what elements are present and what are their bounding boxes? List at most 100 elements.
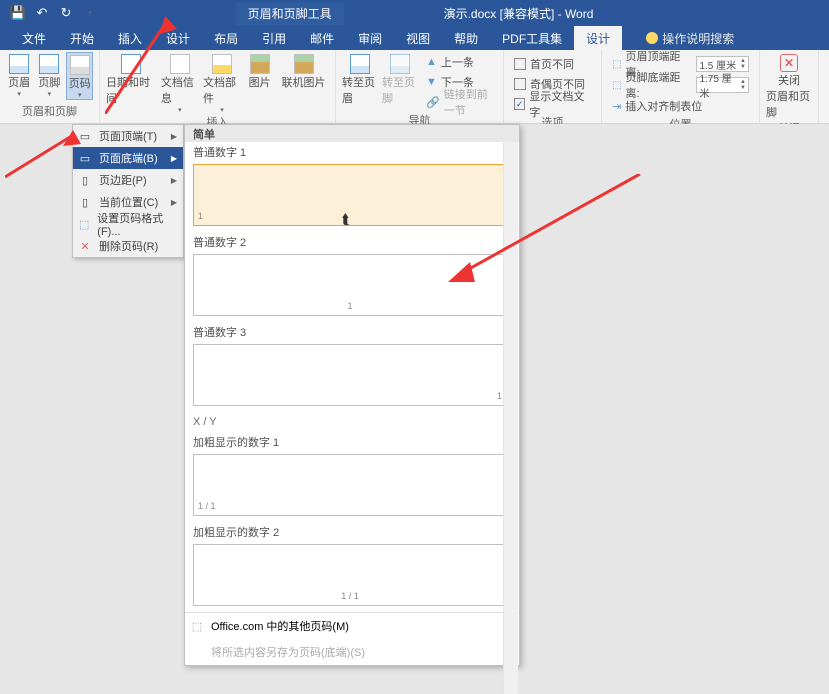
tab-tell-me[interactable]: 操作说明搜索 <box>634 26 746 50</box>
tab-help[interactable]: 帮助 <box>442 26 490 50</box>
document-area: ▭页面顶端(T)▶ ▭页面底端(B)▶ ▯页边距(P)▶ ▯当前位置(C)▶ ⬚… <box>0 124 829 634</box>
tab-icon: ⇥ <box>612 100 621 113</box>
chevron-right-icon: ▶ <box>171 154 177 163</box>
up-arrow-icon: ▲ <box>426 56 437 68</box>
close-icon: ✕ <box>780 54 798 72</box>
footer-distance-input[interactable]: 1.75 厘米▲▼ <box>696 77 749 93</box>
tab-design-main[interactable]: 设计 <box>154 26 202 50</box>
prev-section-button[interactable]: ▲上一条 <box>422 52 497 72</box>
gallery-item-plain-2[interactable]: 普通数字 2 1 <box>185 232 519 322</box>
chevron-right-icon: ▶ <box>171 176 177 185</box>
gallery-preview: 1 / 1 <box>193 544 507 606</box>
diff-first-checkbox[interactable]: 首页不同 <box>510 54 595 74</box>
header-dist-icon: ⬚ <box>612 59 621 70</box>
goto-header-button[interactable]: 转至页眉 <box>342 52 378 106</box>
calendar-icon <box>121 54 141 74</box>
online-picture-button[interactable]: 联机图片 <box>278 52 329 90</box>
page-top-icon: ▭ <box>77 128 93 144</box>
tab-home[interactable]: 开始 <box>58 26 106 50</box>
gallery-item-bold-1[interactable]: 加粗显示的数字 1 1 / 1 <box>185 432 519 522</box>
qat-dropdown-icon[interactable]: ▾ <box>80 3 100 23</box>
insert-align-tab-button[interactable]: ⇥插入对齐制表位 <box>608 96 753 116</box>
tab-pdf[interactable]: PDF工具集 <box>490 26 574 50</box>
docinfo-button[interactable]: 文档信息▾ <box>161 52 199 114</box>
quick-access-toolbar: 💾 ↶ ↻ ▾ <box>0 3 100 23</box>
group-header-footer: 页眉和页脚 <box>6 103 93 121</box>
gallery-item-plain-1[interactable]: 普通数字 1 1 <box>185 142 519 232</box>
online-picture-icon <box>294 54 314 74</box>
gallery-preview: 1 <box>193 254 507 316</box>
tab-view[interactable]: 视图 <box>394 26 442 50</box>
footer-icon <box>39 54 59 74</box>
gallery-footer: ⬚Office.com 中的其他页码(M)▶ 将所选内容另存为页码(底端)(S) <box>185 612 519 665</box>
spinner-icon[interactable]: ▲▼ <box>740 58 746 70</box>
undo-icon[interactable]: ↶ <box>32 3 52 23</box>
tab-review[interactable]: 审阅 <box>346 26 394 50</box>
checkbox-unchecked-icon <box>514 78 526 90</box>
menu-page-margin[interactable]: ▯页边距(P)▶ <box>73 169 183 191</box>
scrollbar[interactable] <box>503 142 518 694</box>
docinfo-icon <box>170 54 190 74</box>
page-number-button[interactable]: 页码▾ <box>66 52 93 100</box>
gallery-item-bold-2[interactable]: 加粗显示的数字 2 1 / 1 <box>185 522 519 612</box>
tab-design[interactable]: 设计 <box>574 26 622 50</box>
checkbox-checked-icon: ✓ <box>514 98 525 110</box>
link-icon: 🔗 <box>426 96 440 109</box>
tell-me-label: 操作说明搜索 <box>662 30 734 47</box>
gallery-preview: 1 / 1 <box>193 454 507 516</box>
menu-format[interactable]: ⬚设置页码格式(F)... <box>73 213 183 235</box>
save-selection-icon <box>189 644 205 660</box>
ribbon-tabs: 文件 开始 插入 设计 布局 引用 邮件 审阅 视图 帮助 PDF工具集 设计 … <box>0 26 829 50</box>
contextual-tab-label: 页眉和页脚工具 <box>236 2 344 25</box>
office-icon: ⬚ <box>189 618 205 634</box>
page-number-gallery: 简单 普通数字 1 1 普通数字 2 1 普通数字 3 1 X / Y 加粗显示… <box>184 124 520 666</box>
cursor-icon: ⮬ <box>342 211 350 228</box>
page-bottom-icon: ▭ <box>77 150 93 166</box>
menu-remove[interactable]: ✕删除页码(R) <box>73 235 183 257</box>
chevron-right-icon: ▶ <box>171 198 177 207</box>
goto-footer-button[interactable]: 转至页脚 <box>382 52 418 106</box>
link-previous-button: 🔗链接到前一节 <box>422 92 497 112</box>
picture-icon <box>250 54 270 74</box>
page-margin-icon: ▯ <box>77 172 93 188</box>
tab-mailings[interactable]: 邮件 <box>298 26 346 50</box>
tab-insert[interactable]: 插入 <box>106 26 154 50</box>
chevron-right-icon: ▶ <box>171 132 177 141</box>
remove-icon: ✕ <box>77 238 93 254</box>
format-icon: ⬚ <box>77 216 91 232</box>
footer-button[interactable]: 页脚▾ <box>36 52 62 98</box>
gallery-save-selection[interactable]: 将所选内容另存为页码(底端)(S) <box>185 639 519 665</box>
close-hf-button[interactable]: ✕ 关闭 页眉和页脚 <box>766 52 812 120</box>
current-pos-icon: ▯ <box>77 194 93 210</box>
gallery-category-xy: X / Y <box>185 412 519 432</box>
gallery-category-simple: 简单 <box>185 125 519 142</box>
gallery-office-more[interactable]: ⬚Office.com 中的其他页码(M)▶ <box>185 613 519 639</box>
title-bar: 💾 ↶ ↻ ▾ 页眉和页脚工具 演示.docx [兼容模式] - Word <box>0 0 829 26</box>
show-doc-text-checkbox[interactable]: ✓显示文档文字 <box>510 94 595 114</box>
footer-dist-icon: ⬚ <box>612 80 621 91</box>
save-icon[interactable]: 💾 <box>8 3 28 23</box>
bulb-icon <box>646 32 658 44</box>
gallery-item-plain-3[interactable]: 普通数字 3 1 <box>185 322 519 412</box>
gallery-preview: 1 <box>193 344 507 406</box>
menu-page-bottom[interactable]: ▭页面底端(B)▶ <box>73 147 183 169</box>
goto-footer-icon <box>390 54 410 74</box>
menu-page-top[interactable]: ▭页面顶端(T)▶ <box>73 125 183 147</box>
tab-layout[interactable]: 布局 <box>202 26 250 50</box>
document-title: 演示.docx [兼容模式] - Word <box>444 5 594 22</box>
quickparts-icon <box>212 54 232 74</box>
tab-file[interactable]: 文件 <box>10 26 58 50</box>
page-number-menu: ▭页面顶端(T)▶ ▭页面底端(B)▶ ▯页边距(P)▶ ▯当前位置(C)▶ ⬚… <box>72 124 184 258</box>
page-number-icon <box>70 55 90 75</box>
down-arrow-icon: ▼ <box>426 76 437 88</box>
picture-button[interactable]: 图片 <box>245 52 274 90</box>
header-button[interactable]: 页眉▾ <box>6 52 32 98</box>
checkbox-unchecked-icon <box>514 58 526 70</box>
tab-references[interactable]: 引用 <box>250 26 298 50</box>
datetime-button[interactable]: 日期和时间 <box>106 52 157 106</box>
quickparts-button[interactable]: 文档部件▾ <box>203 52 241 114</box>
redo-icon[interactable]: ↻ <box>56 3 76 23</box>
spinner-icon[interactable]: ▲▼ <box>740 79 746 91</box>
goto-header-icon <box>350 54 370 74</box>
footer-distance-row: ⬚ 页脚底端距离: 1.75 厘米▲▼ <box>608 75 753 95</box>
